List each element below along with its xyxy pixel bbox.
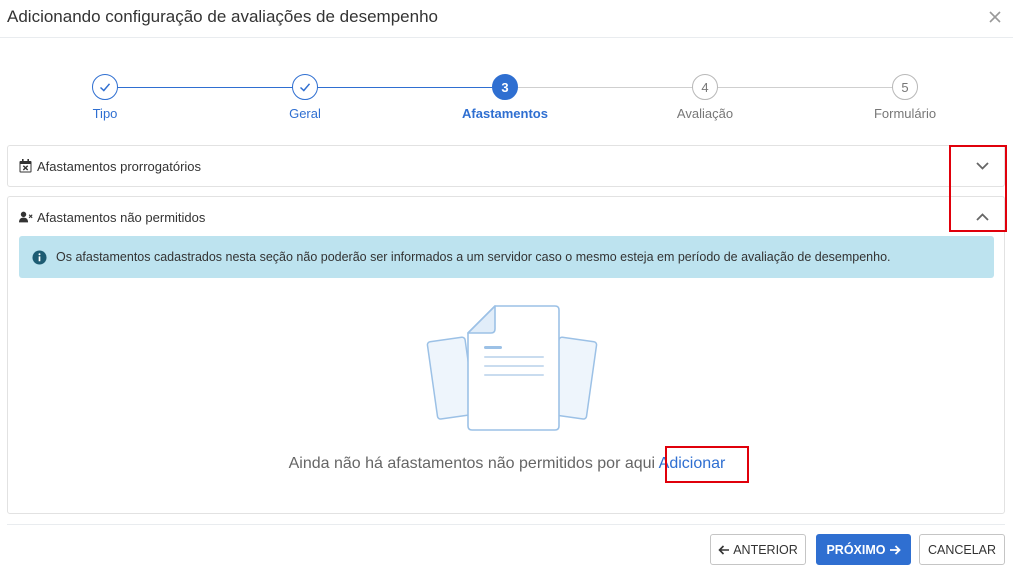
add-link[interactable]: Adicionar: [659, 455, 726, 472]
step-marker: 5: [892, 74, 918, 100]
chevron-up-icon[interactable]: [974, 209, 990, 225]
check-icon: [299, 83, 311, 92]
step-marker: 3: [492, 74, 518, 100]
panel-header-prorrogatorios[interactable]: Afastamentos prorrogatórios: [8, 146, 1004, 186]
cancel-label: CANCELAR: [927, 542, 997, 557]
modal-header: Adicionando configuração de avaliações d…: [0, 0, 1013, 38]
step-geral[interactable]: Geral: [245, 74, 365, 121]
panel-header-nao-permitidos[interactable]: Afastamentos não permitidos: [8, 197, 1004, 237]
stepper: Tipo Geral 3 Afastamentos 4 Avaliação 5 …: [0, 70, 1013, 130]
step-label: Avaliação: [676, 106, 734, 121]
close-icon: [989, 11, 1001, 23]
panel-title: Afastamentos prorrogatórios: [37, 158, 202, 174]
step-label: Formulário: [873, 106, 937, 121]
step-avaliacao[interactable]: 4 Avaliação: [645, 74, 765, 121]
info-icon: [32, 249, 47, 265]
step-afastamentos[interactable]: 3 Afastamentos: [445, 74, 565, 121]
info-alert-text: Os afastamentos cadastrados nesta seção …: [56, 250, 891, 264]
step-formulario[interactable]: 5 Formulário: [845, 74, 965, 121]
step-label: Tipo: [92, 106, 118, 121]
step-label: Afastamentos: [462, 106, 548, 121]
footer-divider: [7, 524, 1005, 525]
step-tipo[interactable]: Tipo: [45, 74, 165, 121]
panel-title: Afastamentos não permitidos: [37, 209, 206, 225]
user-x-icon: [19, 210, 33, 224]
empty-state-illustration: [422, 301, 602, 441]
previous-label: ANTERIOR: [733, 542, 798, 557]
panel-afastamentos-nao-permitidos: Afastamentos não permitidos Os afastamen…: [7, 196, 1005, 514]
panel-afastamentos-prorrogatorios: Afastamentos prorrogatórios: [7, 145, 1005, 187]
step-marker: 4: [692, 74, 718, 100]
step-label: Geral: [289, 106, 321, 121]
step-marker: [292, 74, 318, 100]
arrow-left-icon: [718, 544, 730, 555]
info-alert: Os afastamentos cadastrados nesta seção …: [19, 236, 994, 278]
previous-button[interactable]: ANTERIOR: [710, 534, 806, 565]
close-button[interactable]: [985, 7, 1005, 27]
arrow-right-icon: [889, 544, 901, 555]
modal-title: Adicionando configuração de avaliações d…: [7, 7, 438, 26]
check-icon: [99, 83, 111, 92]
next-button[interactable]: PRÓXIMO: [816, 534, 911, 565]
step-marker: [92, 74, 118, 100]
chevron-down-icon[interactable]: [974, 158, 990, 174]
empty-state-text: Ainda não há afastamentos não permitidos…: [288, 455, 656, 472]
empty-state-message: Ainda não há afastamentos não permitidos…: [8, 455, 1006, 473]
next-label: PRÓXIMO: [826, 542, 886, 557]
document-icon: [426, 305, 598, 431]
cancel-button[interactable]: CANCELAR: [919, 534, 1005, 565]
calendar-x-icon: [19, 159, 33, 173]
